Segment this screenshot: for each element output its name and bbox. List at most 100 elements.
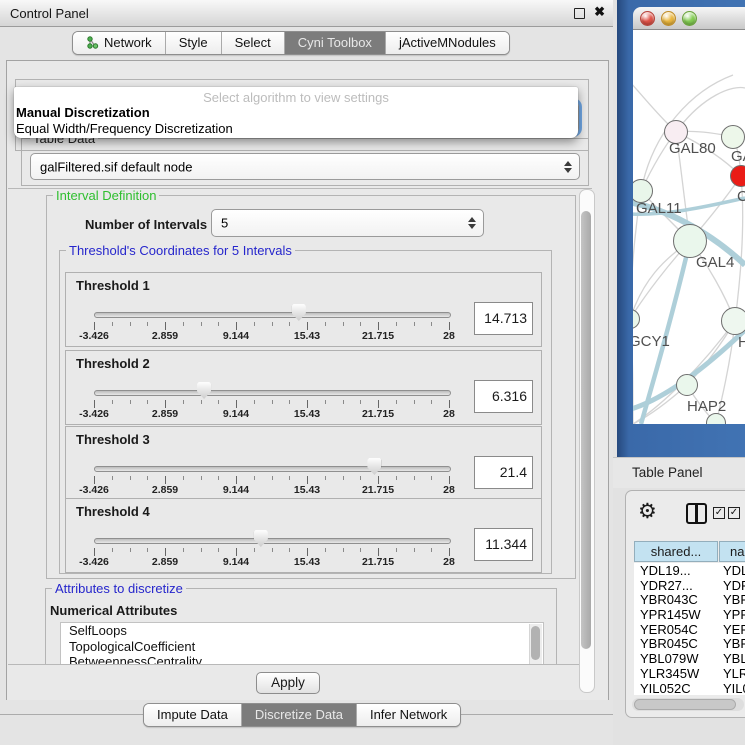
tick-mark [272, 322, 273, 326]
tick-mark [130, 476, 131, 480]
cell-shared-name: YIL052C [640, 681, 691, 696]
tick-mark [165, 400, 166, 408]
split-columns-icon[interactable] [686, 503, 707, 524]
threshold-slider-track[interactable] [94, 390, 451, 396]
cell-name: YPR1 [723, 607, 745, 622]
network-icon [86, 36, 99, 49]
threshold-box: Threshold 1-3.4262.8599.14415.4321.71528… [65, 272, 542, 347]
threshold-value-field[interactable]: 11.344 [474, 528, 533, 561]
tick-mark [112, 400, 113, 404]
bottom-tab-strip: Impute DataDiscretize DataInfer Network [143, 703, 461, 727]
attributes-scrollbar[interactable] [529, 624, 542, 665]
algorithm-option-equal-width[interactable]: Equal Width/Frequency Discretization [14, 121, 578, 137]
tick-mark [360, 476, 361, 480]
threshold-slider-thumb[interactable] [254, 530, 268, 547]
table-data-combobox[interactable]: galFiltered.sif default node [30, 153, 580, 180]
tab-network[interactable]: Network [73, 32, 166, 54]
threshold-slider-track[interactable] [94, 312, 451, 318]
tab-cyni-toolbox[interactable]: Cyni Toolbox [285, 32, 386, 54]
close-light[interactable] [640, 11, 655, 26]
threshold-label: Threshold 2 [76, 356, 150, 371]
table-row[interactable]: YLR345WYLR3 [634, 666, 745, 681]
tab-jactivemnodules[interactable]: jActiveMNodules [386, 32, 509, 54]
tick-mark [130, 548, 131, 552]
tick-mark [183, 400, 184, 404]
network-node[interactable] [721, 125, 745, 149]
network-canvas[interactable]: GAL80GACGAL11GAL4GCY1HHAP2 [633, 30, 745, 424]
checkbox-icon[interactable]: ✓ [713, 507, 725, 519]
tick-label: 28 [443, 556, 455, 568]
tick-mark [449, 548, 450, 556]
threshold-box: Threshold 4-3.4262.8599.14415.4321.71528… [65, 498, 542, 573]
panel-scrollbar-thumb[interactable] [581, 211, 591, 649]
cell-shared-name: YDR27... [640, 578, 693, 593]
network-view-window: GAL80GACGAL11GAL4GCY1HHAP2 [617, 0, 745, 457]
tick-mark [112, 476, 113, 480]
network-node[interactable] [721, 307, 745, 335]
table-data-group: Table Data galFiltered.sif default node [21, 138, 589, 186]
list-item[interactable]: BetweennessCentrality [61, 654, 543, 665]
column-header-name[interactable]: na [719, 541, 745, 562]
settings-scroll-area: Interval Definition Number of Intervals … [8, 188, 592, 665]
tick-mark [236, 476, 237, 484]
tab-impute-data[interactable]: Impute Data [144, 704, 242, 726]
tick-mark [272, 400, 273, 404]
network-node[interactable] [676, 374, 698, 396]
table-row[interactable]: YPR145WYPR1 [634, 607, 745, 622]
threshold-value-field[interactable]: 14.713 [474, 302, 533, 335]
threshold-slider-track[interactable] [94, 538, 451, 544]
tick-mark [307, 322, 308, 330]
apply-button[interactable]: Apply [256, 672, 320, 694]
threshold-slider-thumb[interactable] [292, 304, 306, 321]
numerical-attributes-label: Numerical Attributes [50, 603, 177, 618]
numerical-attributes-list[interactable]: SelfLoopsTopologicalCoefficientBetweenne… [60, 622, 544, 665]
network-node[interactable] [673, 224, 707, 258]
list-item[interactable]: TopologicalCoefficient [61, 639, 543, 655]
table-row[interactable]: YBR045CYBR0 [634, 636, 745, 651]
table-row[interactable]: YER054CYER0 [634, 622, 745, 637]
tab-infer-network[interactable]: Infer Network [357, 704, 460, 726]
tick-mark [343, 400, 344, 404]
threshold-slider-track[interactable] [94, 466, 451, 472]
table-row[interactable]: YIL052CYIL0 [634, 681, 745, 696]
threshold-slider-thumb[interactable] [197, 382, 211, 399]
tab-select[interactable]: Select [222, 32, 285, 54]
tick-label: 28 [443, 484, 455, 496]
minimize-light[interactable] [661, 11, 676, 26]
panel-scrollbar[interactable] [579, 189, 595, 693]
gear-icon[interactable]: ⚙ [638, 499, 657, 524]
float-icon[interactable] [574, 8, 585, 19]
tick-mark [449, 400, 450, 408]
attributes-scrollbar-thumb[interactable] [531, 626, 540, 660]
tab-label: jActiveMNodules [399, 35, 496, 50]
list-item[interactable]: SelfLoops [61, 623, 543, 639]
tab-label: Select [235, 35, 271, 50]
table-row[interactable]: YDR27...YDR2 [634, 578, 745, 593]
tab-style[interactable]: Style [166, 32, 222, 54]
table-row[interactable]: YBR043CYBR0 [634, 592, 745, 607]
bottom-tab-area: Impute DataDiscretize DataInfer Network [0, 700, 613, 745]
table-hscrollbar-thumb[interactable] [634, 699, 736, 710]
threshold-slider-thumb[interactable] [367, 458, 381, 475]
network-node[interactable] [730, 165, 745, 187]
zoom-light[interactable] [682, 11, 697, 26]
tick-mark [289, 476, 290, 480]
table-hscrollbar[interactable] [632, 698, 744, 711]
tab-discretize-data[interactable]: Discretize Data [242, 704, 357, 726]
tick-label: -3.426 [79, 330, 109, 342]
threshold-value-field[interactable]: 6.316 [474, 380, 533, 413]
threshold-value-field[interactable]: 21.4 [474, 456, 533, 489]
checkbox-icon[interactable]: ✓ [728, 507, 740, 519]
algorithm-option-manual[interactable]: Manual Discretization [14, 105, 578, 121]
table-row[interactable]: YDL19...YDL1 [634, 563, 745, 578]
stepper-arrows-icon [468, 217, 476, 229]
tick-mark [218, 400, 219, 404]
node-label: HAP2 [687, 398, 726, 415]
number-of-intervals-combobox[interactable]: 5 [211, 209, 484, 237]
tick-label: 2.859 [152, 330, 178, 342]
window-title: Control Panel [10, 6, 89, 21]
close-icon[interactable]: ✖ [594, 4, 605, 20]
table-row[interactable]: YBL079WYBL0 [634, 651, 745, 666]
column-header-shared[interactable]: shared... [634, 541, 718, 562]
tick-label: -3.426 [79, 484, 109, 496]
